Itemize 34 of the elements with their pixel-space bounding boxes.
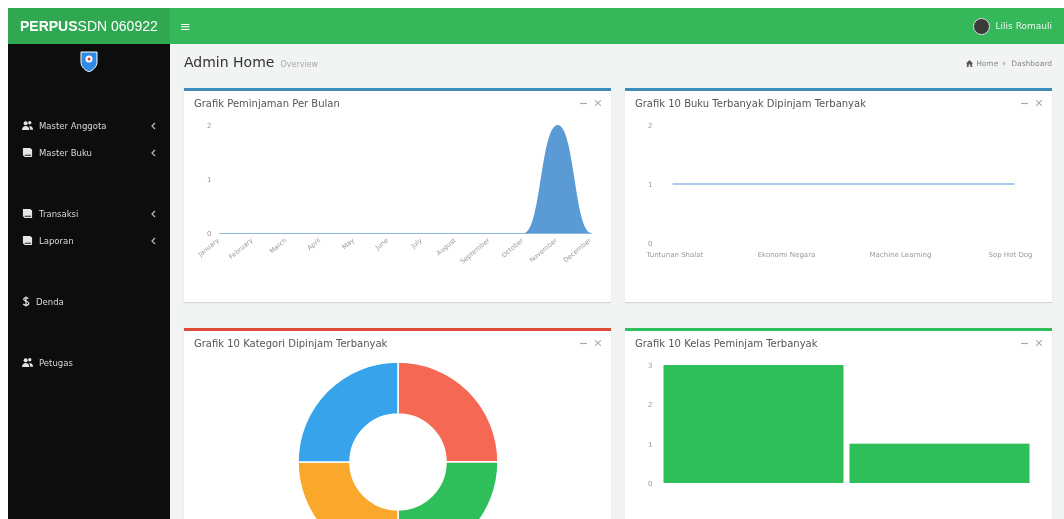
book-icon [22, 235, 33, 246]
dollar-icon [22, 296, 30, 307]
chevron-icon [151, 236, 156, 245]
sidebar-item[interactable]: Transaksi [8, 200, 170, 227]
close-icon[interactable] [595, 100, 601, 106]
sidebar-item[interactable]: Master Buku [8, 139, 170, 166]
panel-title: Grafik 10 Kelas Peminjam Terbanyak [635, 338, 819, 349]
chevron-icon [151, 121, 156, 130]
page-title: Admin Home [184, 54, 275, 70]
panel-title: Grafik 10 Kategori Dipinjam Terbanyak [194, 338, 389, 349]
user-avatar[interactable] [972, 17, 990, 35]
home-icon [966, 60, 974, 67]
chevron-icon [151, 209, 156, 218]
minimize-icon[interactable] [580, 340, 587, 347]
book-icon [22, 208, 33, 219]
sidebar-item[interactable]: Master Anggota [8, 112, 170, 139]
close-icon[interactable] [595, 340, 601, 346]
close-icon[interactable] [1036, 100, 1042, 106]
book-icon [22, 147, 33, 158]
separator-icon [1003, 61, 1007, 66]
users-icon [22, 357, 33, 368]
sidebar-item[interactable]: Petugas [8, 349, 170, 376]
sidebar-item[interactable]: Denda [8, 288, 170, 315]
sidebar-item[interactable]: Laporan [8, 227, 170, 254]
panel-title: Grafik Peminjaman Per Bulan [194, 98, 341, 109]
minimize-icon[interactable] [1021, 100, 1028, 107]
chevron-icon [151, 148, 156, 157]
users-icon [22, 120, 33, 131]
panel-title: Grafik 10 Buku Terbanyak Dipinjam Terbanyak [635, 98, 867, 109]
page-subtitle: Overview [280, 60, 320, 69]
close-icon[interactable] [1036, 340, 1042, 346]
minimize-icon[interactable] [1021, 340, 1028, 347]
minimize-icon[interactable] [580, 100, 587, 107]
school-logo-icon [79, 50, 99, 72]
